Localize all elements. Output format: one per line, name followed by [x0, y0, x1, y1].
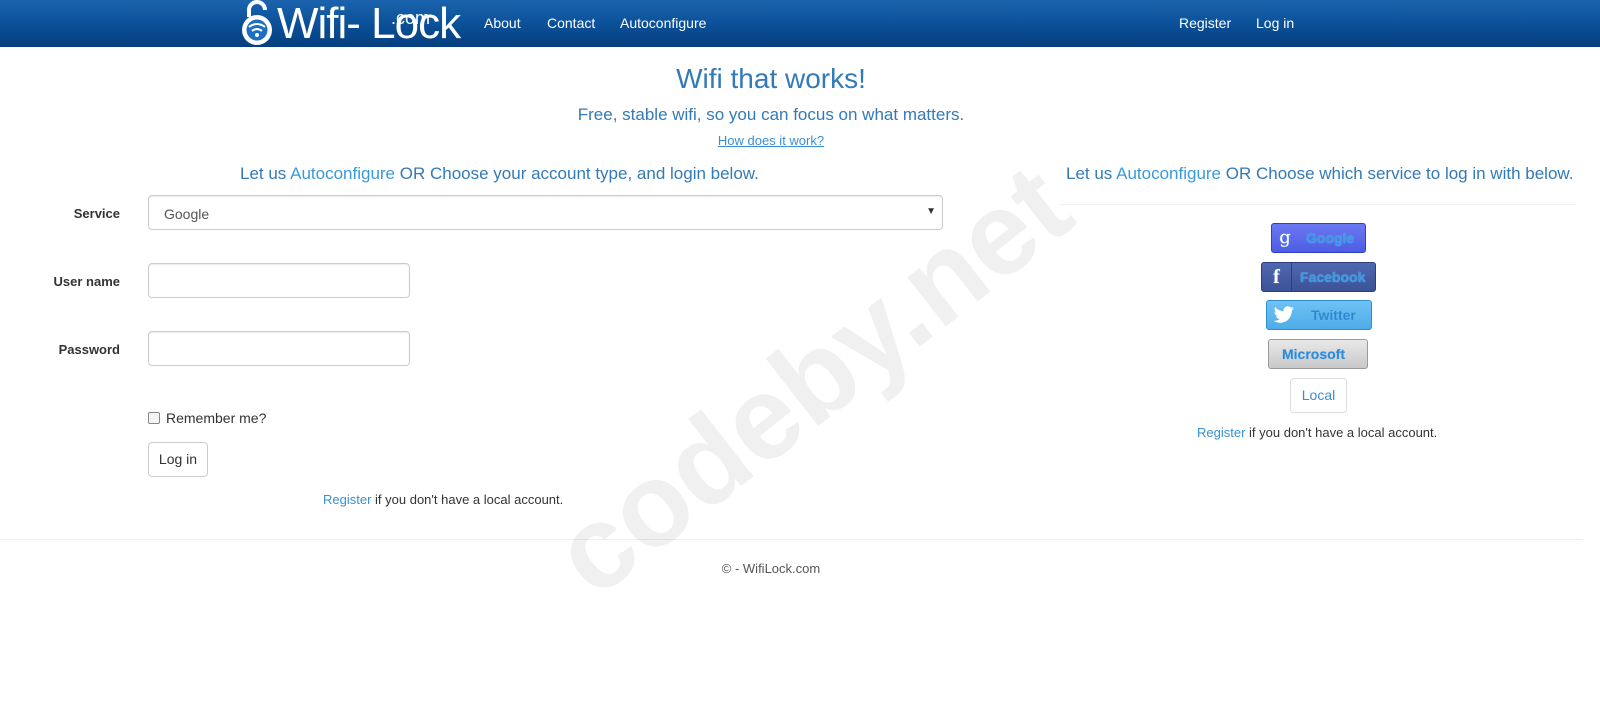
right-register-suffix: if you don't have a local account.: [1245, 425, 1438, 440]
left-register-line: Register if you don't have a local accou…: [323, 492, 563, 507]
left-section-heading: Let us Autoconfigure OR Choose your acco…: [240, 164, 759, 184]
password-input[interactable]: [148, 331, 410, 366]
google-icon: g: [1279, 227, 1291, 248]
top-navbar: Wifi- Lock .com About Contact Autoconfig…: [0, 0, 1600, 47]
footer-copyright: © - WifiLock.com: [721, 561, 821, 576]
left-autoconfigure-link[interactable]: Autoconfigure: [290, 164, 395, 183]
nav-about-link[interactable]: About: [484, 15, 521, 31]
right-autoconfigure-link[interactable]: Autoconfigure: [1116, 164, 1221, 183]
microsoft-label: Microsoft: [1282, 346, 1345, 362]
service-label: Service: [73, 206, 120, 221]
microsoft-login-button[interactable]: Microsoft: [1268, 339, 1368, 369]
lock-icon: [242, 0, 272, 45]
right-register-link[interactable]: Register: [1197, 425, 1245, 440]
remember-me-checkbox[interactable]: [148, 412, 160, 424]
google-login-button[interactable]: g Google: [1271, 223, 1366, 253]
left-register-suffix: if you don't have a local account.: [371, 492, 564, 507]
logo-text: Wifi- Lock: [277, 0, 461, 48]
username-label: User name: [53, 274, 120, 289]
facebook-label: Facebook: [1300, 269, 1366, 285]
facebook-login-button[interactable]: f Facebook: [1261, 262, 1376, 292]
right-divider: [1060, 204, 1576, 205]
footer-divider: [0, 539, 1582, 540]
right-register-line: Register if you don't have a local accou…: [1197, 425, 1437, 440]
site-logo[interactable]: Wifi- Lock .com: [237, 0, 461, 48]
left-head-suffix: OR Choose your account type, and login b…: [395, 164, 759, 183]
right-head-suffix: OR Choose which service to log in with b…: [1221, 164, 1574, 183]
google-label: Google: [1306, 230, 1355, 246]
page-title: Wifi that works!: [676, 63, 866, 94]
dropdown-arrow-icon: ▼: [926, 206, 936, 217]
page-subtitle: Free, stable wifi, so you can focus on w…: [577, 105, 965, 124]
twitter-login-button[interactable]: Twitter: [1266, 300, 1372, 330]
right-head-prefix: Let us: [1066, 164, 1117, 183]
nav-contact-link[interactable]: Contact: [547, 15, 595, 31]
how-it-works-link[interactable]: How does it work?: [718, 133, 824, 148]
left-head-prefix: Let us: [240, 164, 291, 183]
nav-login-link[interactable]: Log in: [1256, 15, 1294, 31]
facebook-icon: f: [1262, 263, 1292, 291]
username-input[interactable]: [148, 263, 410, 298]
login-button[interactable]: Log in: [148, 442, 208, 477]
twitter-bird-icon: [1267, 301, 1301, 329]
right-section-heading: Let us Autoconfigure OR Choose which ser…: [1066, 164, 1573, 184]
service-select-value: Google: [164, 206, 210, 222]
left-register-link[interactable]: Register: [323, 492, 371, 507]
nav-register-link[interactable]: Register: [1179, 15, 1231, 31]
how-it-works-wrap: How does it work?: [0, 133, 1542, 148]
local-login-button[interactable]: Local: [1290, 378, 1347, 413]
service-select[interactable]: Google ▼: [148, 195, 943, 230]
remember-me-label: Remember me?: [166, 410, 267, 426]
password-label: Password: [58, 342, 120, 357]
logo-com: .com: [391, 8, 431, 28]
twitter-label: Twitter: [1311, 307, 1356, 323]
nav-autoconfigure-link[interactable]: Autoconfigure: [620, 15, 706, 31]
